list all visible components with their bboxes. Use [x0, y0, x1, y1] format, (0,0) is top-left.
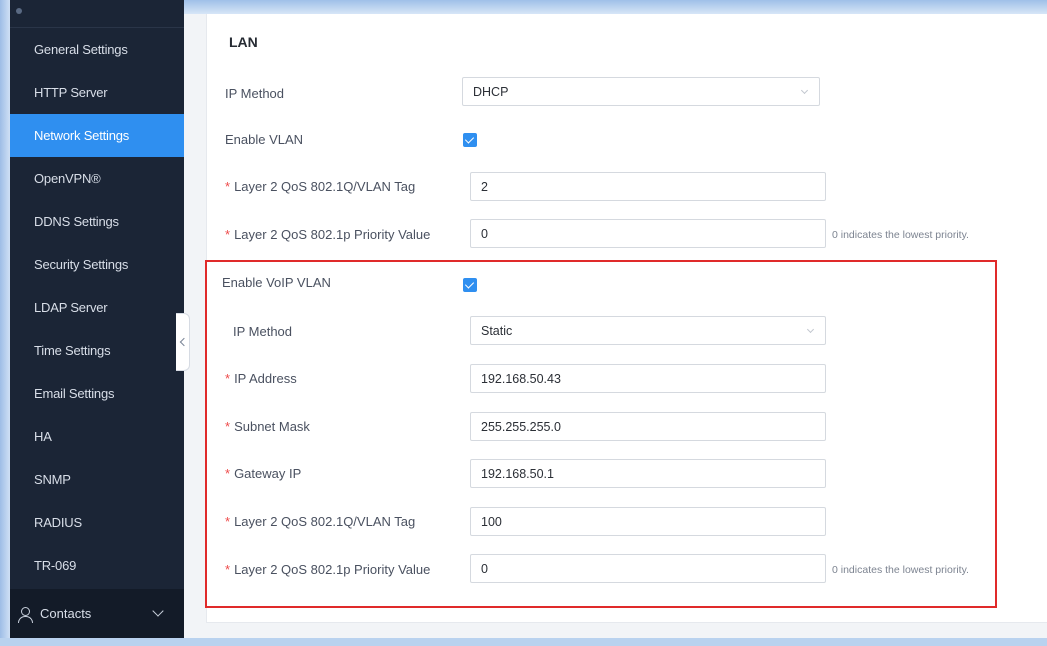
voip-vlan-tag-value: 100	[481, 514, 502, 529]
lan-ip-method-select[interactable]: DHCP	[462, 77, 820, 106]
sidebar-collapse-button[interactable]	[176, 313, 190, 371]
lan-vlan-tag-value: 2	[481, 179, 488, 194]
required-asterisk: *	[225, 179, 231, 194]
sidebar-header-icon	[16, 8, 22, 14]
voip-priority-value: 0	[481, 561, 488, 576]
sidebar-item-general-settings[interactable]: General Settings	[10, 28, 184, 71]
voip-subnet-mask-label: * Subnet Mask	[225, 419, 310, 434]
voip-ip-method-select[interactable]: Static	[470, 316, 826, 345]
sidebar-item-label: Network Settings	[34, 128, 130, 143]
voip-ip-method-label: IP Method	[233, 324, 293, 339]
required-asterisk: *	[225, 419, 231, 434]
voip-vlan-tag-label-text: Layer 2 QoS 802.1Q/VLAN Tag	[234, 514, 416, 529]
voip-priority-input[interactable]: 0	[470, 554, 826, 583]
voip-gateway-ip-value: 192.168.50.1	[481, 466, 554, 481]
sidebar-item-security-settings[interactable]: Security Settings	[10, 243, 184, 286]
voip-ip-address-input[interactable]: 192.168.50.43	[470, 364, 826, 393]
sidebar-item-time-settings[interactable]: Time Settings	[10, 329, 184, 372]
section-title-lan: LAN	[229, 34, 258, 50]
sidebar-item-label: Security Settings	[34, 257, 129, 272]
enable-voip-vlan-checkbox[interactable]	[463, 278, 477, 292]
window-frame-bottom	[0, 638, 1047, 646]
sidebar-item-openvpn[interactable]: OpenVPN®	[10, 157, 184, 200]
sidebar-item-label: General Settings	[34, 42, 128, 57]
voip-ip-method-value: Static	[481, 323, 513, 338]
enable-voip-vlan-label: Enable VoIP VLAN	[222, 275, 331, 290]
sidebar-item-label: Email Settings	[34, 386, 115, 401]
sidebar-item-label: SNMP	[34, 472, 71, 487]
voip-gateway-ip-label: * Gateway IP	[225, 466, 301, 481]
lan-vlan-tag-input[interactable]: 2	[470, 172, 826, 201]
chevron-down-icon	[800, 86, 809, 95]
sidebar-item-network-settings[interactable]: Network Settings	[10, 114, 184, 157]
lan-ip-method-value: DHCP	[473, 84, 509, 99]
voip-ip-address-value: 192.168.50.43	[481, 371, 561, 386]
sidebar-header	[10, 0, 184, 28]
sidebar-item-label: Time Settings	[34, 343, 111, 358]
sidebar-item-label: OpenVPN®	[34, 171, 101, 186]
sidebar-item-ldap-server[interactable]: LDAP Server	[10, 286, 184, 329]
voip-ip-address-label-text: IP Address	[234, 371, 297, 386]
voip-subnet-mask-value: 255.255.255.0	[481, 419, 561, 434]
required-asterisk: *	[225, 514, 231, 529]
lan-priority-label-text: Layer 2 QoS 802.1p Priority Value	[234, 227, 431, 242]
sidebar-item-email-settings[interactable]: Email Settings	[10, 372, 184, 415]
enable-vlan-checkbox[interactable]	[463, 133, 477, 147]
chevron-down-icon	[152, 605, 164, 617]
voip-priority-hint: 0 indicates the lowest priority.	[832, 564, 969, 576]
lan-priority-value: 0	[481, 226, 488, 241]
sidebar-item-snmp[interactable]: SNMP	[10, 458, 184, 501]
required-asterisk: *	[225, 227, 231, 242]
sidebar-item-label: LDAP Server	[34, 300, 108, 315]
lan-ip-method-label: IP Method	[225, 86, 285, 101]
sidebar-item-http-server[interactable]: HTTP Server	[10, 71, 184, 114]
sidebar-item-ddns-settings[interactable]: DDNS Settings	[10, 200, 184, 243]
chevron-left-icon	[179, 337, 189, 347]
window-frame-left	[0, 0, 10, 646]
voip-vlan-tag-label: * Layer 2 QoS 802.1Q/VLAN Tag	[225, 514, 415, 529]
sidebar-item-label: HA	[34, 429, 52, 444]
sidebar-item-label: HTTP Server	[34, 85, 108, 100]
lan-priority-hint: 0 indicates the lowest priority.	[832, 229, 969, 241]
voip-subnet-mask-label-text: Subnet Mask	[234, 419, 310, 434]
voip-priority-label: * Layer 2 QoS 802.1p Priority Value	[225, 562, 430, 577]
sidebar-group-label: Contacts	[40, 606, 92, 621]
required-asterisk: *	[225, 371, 231, 386]
sidebar-item-tr-069[interactable]: TR-069	[10, 544, 184, 587]
voip-ip-address-label: * IP Address	[225, 371, 297, 386]
lan-priority-label: * Layer 2 QoS 802.1p Priority Value	[225, 227, 430, 242]
required-asterisk: *	[225, 562, 231, 577]
sidebar-item-label: TR-069	[34, 558, 77, 573]
required-asterisk: *	[225, 466, 231, 481]
sidebar-item-ha[interactable]: HA	[10, 415, 184, 458]
voip-priority-label-text: Layer 2 QoS 802.1p Priority Value	[234, 562, 431, 577]
sidebar-item-label: DDNS Settings	[34, 214, 119, 229]
sidebar-group-contacts[interactable]: Contacts	[10, 589, 184, 638]
lan-vlan-tag-label-text: Layer 2 QoS 802.1Q/VLAN Tag	[234, 179, 416, 194]
voip-subnet-mask-input[interactable]: 255.255.255.0	[470, 412, 826, 441]
chevron-down-icon	[806, 325, 815, 334]
sidebar: General Settings HTTP Server Network Set…	[10, 0, 184, 638]
enable-vlan-label: Enable VLAN	[225, 132, 304, 147]
voip-gateway-ip-label-text: Gateway IP	[234, 466, 302, 481]
lan-priority-input[interactable]: 0	[470, 219, 826, 248]
sidebar-item-label: RADIUS	[34, 515, 82, 530]
sidebar-item-radius[interactable]: RADIUS	[10, 501, 184, 544]
voip-gateway-ip-input[interactable]: 192.168.50.1	[470, 459, 826, 488]
lan-vlan-tag-label: * Layer 2 QoS 802.1Q/VLAN Tag	[225, 179, 415, 194]
contacts-person-icon	[18, 606, 33, 623]
voip-vlan-tag-input[interactable]: 100	[470, 507, 826, 536]
